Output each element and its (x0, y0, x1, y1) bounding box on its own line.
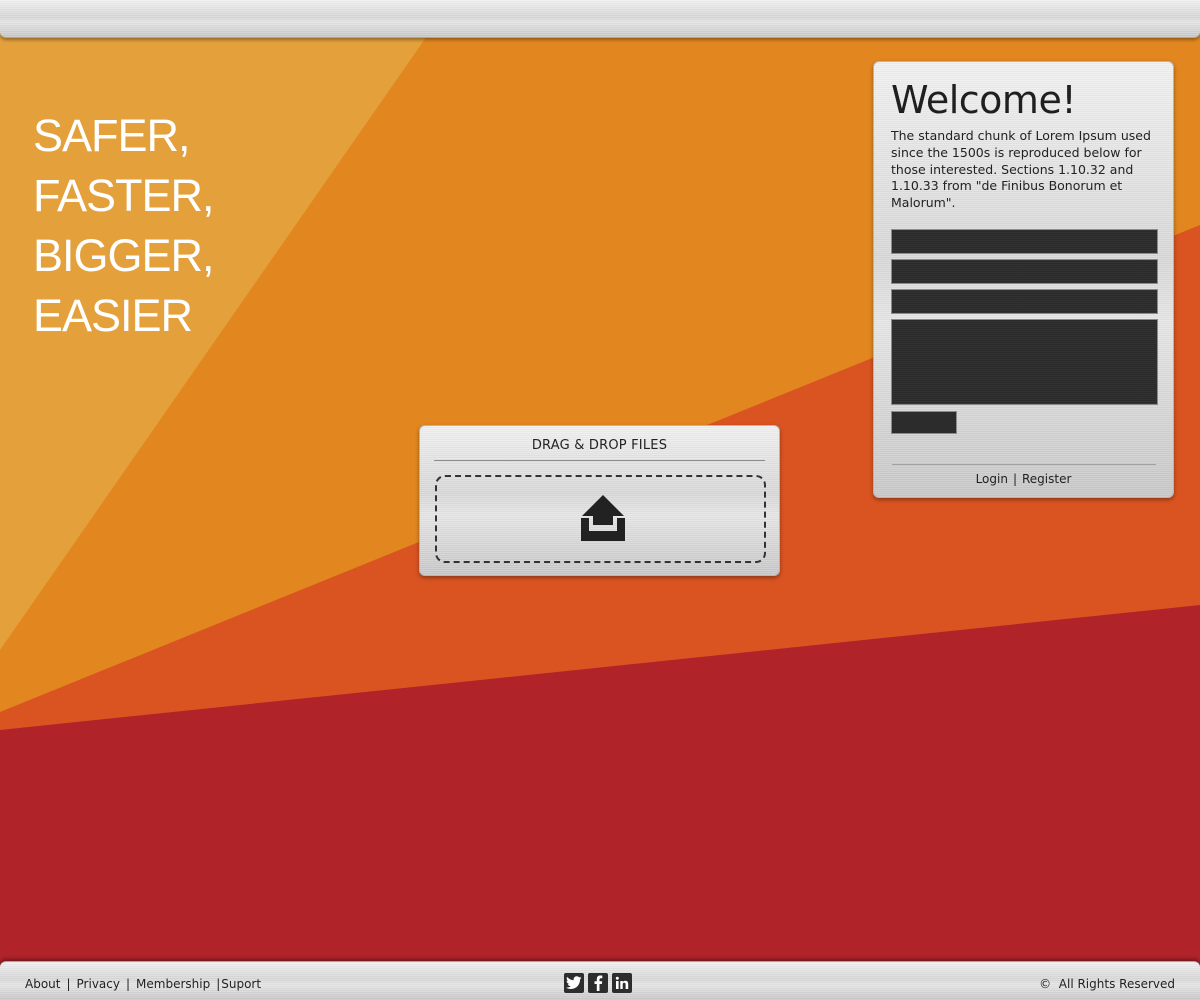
form-field-1[interactable] (891, 228, 1158, 254)
hero-line: EASIER (33, 290, 193, 341)
drop-divider (434, 460, 765, 461)
footer: About | Privacy | Membership |Suport © All Ri… (0, 961, 1200, 1000)
footer-separator: | (216, 977, 221, 991)
submit-button[interactable] (891, 410, 957, 434)
copyright: © All Rights Reserved (1039, 977, 1175, 991)
drop-title: DRAG & DROP FILES (531, 438, 668, 453)
link-separator: | (1012, 472, 1017, 486)
register-link[interactable]: Register (1022, 472, 1071, 486)
form-field-2[interactable] (891, 258, 1158, 284)
message-textarea[interactable] (891, 318, 1158, 405)
footer-link-privacy[interactable]: Privacy (77, 977, 120, 991)
copyright-symbol: © (1039, 977, 1052, 991)
auth-links: Login | Register (874, 472, 1173, 486)
upload-icon (581, 495, 625, 541)
hero-tagline: SAFER, FASTER, BIGGER, EASIER (33, 106, 215, 346)
twitter-icon[interactable] (564, 973, 584, 993)
welcome-title: Welcome! (891, 78, 1077, 122)
drop-zone[interactable] (435, 475, 766, 563)
hero-line: SAFER, (33, 110, 191, 161)
facebook-icon[interactable] (588, 973, 608, 993)
hero-line: BIGGER, (33, 230, 215, 281)
footer-link-about[interactable]: About (25, 977, 60, 991)
social-links (564, 973, 632, 993)
top-bar (0, 0, 1200, 38)
form-field-3[interactable] (891, 288, 1158, 314)
footer-links: About | Privacy | Membership |Suport (25, 977, 261, 991)
linkedin-icon[interactable] (612, 973, 632, 993)
welcome-panel: Welcome! The standard chunk of Lorem Ips… (873, 61, 1174, 498)
footer-link-support[interactable]: Suport (221, 977, 261, 991)
welcome-text: The standard chunk of Lorem Ipsum used s… (891, 128, 1151, 211)
panel-divider (892, 464, 1156, 465)
hero-line: FASTER, (33, 170, 215, 221)
drop-panel: DRAG & DROP FILES (419, 425, 780, 576)
footer-separator: | (125, 977, 131, 991)
footer-link-membership[interactable]: Membership (136, 977, 210, 991)
login-link[interactable]: Login (976, 472, 1008, 486)
copyright-text: All Rights Reserved (1058, 977, 1175, 991)
footer-separator: | (66, 977, 71, 991)
